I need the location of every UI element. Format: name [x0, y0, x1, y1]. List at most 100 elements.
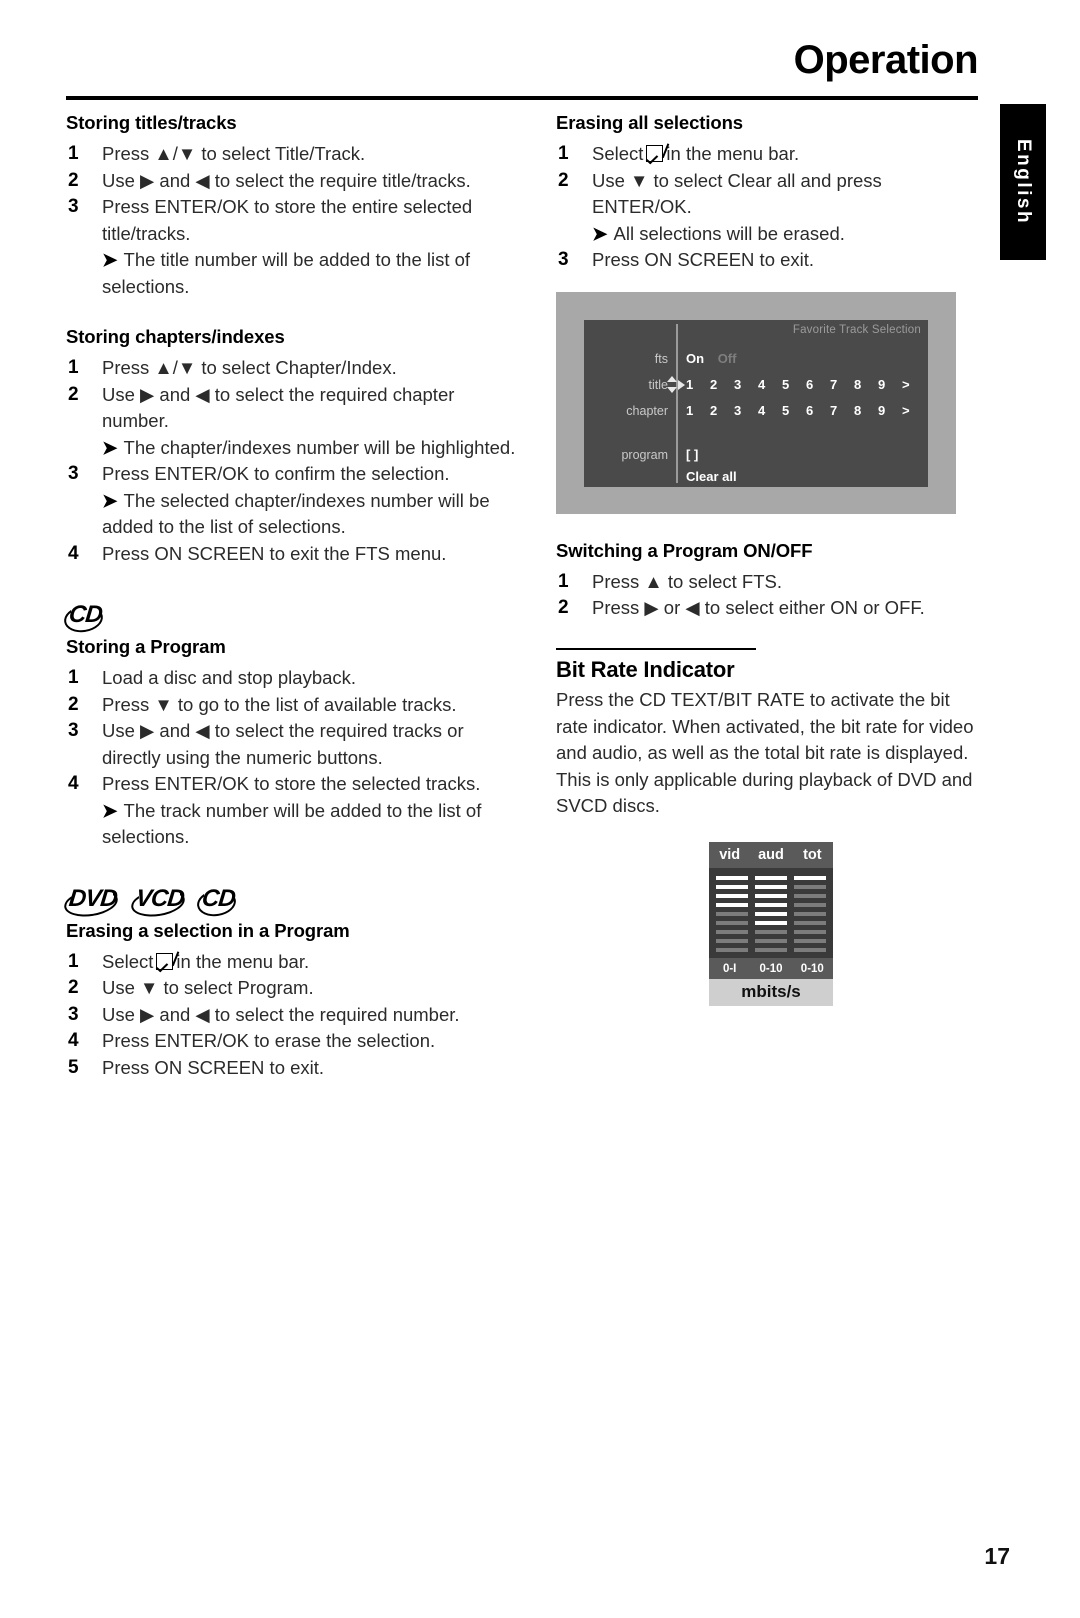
note-text: All selections will be erased. [613, 222, 845, 244]
step-number: 1 [68, 950, 79, 972]
list-item: 2 Use ▶ and ◀ to select the required chap… [66, 382, 521, 462]
osd-chapter-num[interactable]: 9 [878, 400, 902, 422]
osd-chapter-num[interactable]: 6 [806, 400, 830, 422]
step-number: 4 [68, 1030, 79, 1051]
step-text: Press ON SCREEN to exit. [592, 249, 815, 270]
step-number: 1 [68, 143, 79, 164]
step-text: Press ENTER/OK to confirm the selection. [102, 463, 450, 484]
osd-chapter-num[interactable]: 3 [734, 400, 758, 422]
osd-title-num[interactable]: 5 [782, 374, 806, 396]
step-text: Press ▼ to go to the list of available t… [102, 693, 457, 715]
bit-rate-segment [716, 884, 748, 889]
bit-rate-segment [794, 875, 826, 880]
arrow-right-icon: ➤ [102, 799, 118, 821]
osd-chapter-num[interactable]: 5 [782, 400, 806, 422]
osd-program-value[interactable]: [ ] [686, 444, 698, 466]
list-item: 1 Select in the menu bar. [66, 949, 521, 976]
osd-title: Favorite Track Selection [792, 323, 921, 336]
bit-rate-segment [755, 938, 787, 943]
bit-rate-segment [716, 920, 748, 925]
step-text-post: in the menu bar. [666, 143, 800, 164]
osd-chapter-num[interactable]: 8 [854, 400, 878, 422]
heading-switching-program-on-off: Switching a Program ON/OFF [556, 539, 813, 561]
osd-row-chapter: chapter 1 2 3 4 5 6 7 8 9 > [584, 400, 928, 422]
list-item: 1 Press ▲ to select FTS. [556, 569, 986, 596]
step-number: 2 [68, 977, 79, 998]
osd-row-title: title 1 2 3 4 5 6 7 8 9 > [584, 374, 928, 396]
bit-rate-segment [794, 938, 826, 943]
osd-row-values: 1 2 3 4 5 6 7 8 9 > [686, 400, 922, 422]
step-number: 2 [68, 169, 79, 191]
bit-rate-col-tot: tot [803, 846, 822, 863]
step-text: Press ON SCREEN to exit the FTS menu. [102, 542, 447, 564]
osd-row-program: program [ ] [584, 444, 928, 466]
cd-logo-label: CD [200, 884, 237, 912]
bit-rate-segment [755, 929, 787, 934]
step-number: 3 [68, 1003, 79, 1025]
bit-rate-segment [716, 947, 748, 952]
bit-rate-segment [755, 947, 787, 952]
bit-rate-segment [755, 911, 787, 916]
osd-screenshot: Favorite Track Selection fts On Off titl… [556, 291, 956, 514]
step-number: 2 [68, 693, 79, 715]
language-tab-label: English [1013, 138, 1034, 226]
page-title: Operation [793, 38, 979, 82]
osd-row-clear-all: Clear all [584, 466, 928, 488]
list-item: 1 Press ▲/▼ to select Chapter/Index. [66, 355, 521, 382]
step-number: 4 [68, 773, 79, 794]
osd-clear-all[interactable]: Clear all [686, 466, 737, 488]
osd-title-num[interactable]: 7 [830, 374, 854, 396]
step-number: 1 [558, 570, 569, 592]
bit-rate-segment [794, 893, 826, 898]
osd-title-num[interactable]: 4 [758, 374, 782, 396]
note-text: The title number will be added to the li… [102, 249, 471, 297]
steps-storing-a-program: 1 Load a disc and stop playback. 2 Press ▼… [66, 665, 521, 851]
osd-fts-on[interactable]: On [686, 351, 704, 366]
bit-rate-segment [755, 920, 787, 925]
arrow-right-icon: ➤ [102, 249, 118, 270]
osd-chapter-num[interactable]: 4 [758, 400, 782, 422]
osd-title-num[interactable]: 3 [734, 374, 758, 396]
steps-storing-titles-tracks: 1 Press ▲/▼ to select Title/Track. 2 Use ▶… [66, 141, 521, 300]
step-number: 2 [68, 383, 79, 405]
step-text: Press ▲/▼ to select Chapter/Index. [102, 357, 397, 378]
list-item: 1 Press ▲/▼ to select Title/Track. [66, 141, 521, 168]
list-item: 2 Use ▼ to select Program. [66, 975, 521, 1002]
bit-rate-segment [794, 929, 826, 934]
osd-title-num[interactable]: 2 [710, 374, 734, 396]
step-text: Press ENTER/OK to erase the selection. [102, 1030, 436, 1051]
dvd-logo-label: DVD [67, 884, 119, 912]
heading-erasing-all-selections: Erasing all selections [556, 112, 743, 133]
step-number: 3 [68, 196, 79, 217]
osd-chapter-num[interactable]: 2 [710, 400, 734, 422]
note-line: ➤ The chapter/indexes number will be high… [102, 435, 521, 462]
step-number: 1 [68, 357, 79, 378]
step-number: 2 [558, 169, 569, 191]
osd-title-num[interactable]: 8 [854, 374, 878, 396]
osd-chapter-num[interactable]: 1 [686, 400, 710, 422]
bit-rate-scale-aud: 0-10 [759, 962, 783, 975]
osd-chapter-num[interactable]: 7 [830, 400, 854, 422]
osd-title-next-chevron[interactable]: > [902, 374, 922, 396]
step-text: Press ▶ or ◀ to select either ON or OFF. [592, 597, 925, 618]
language-tab: English [1000, 104, 1046, 260]
disc-logos-cd: CD [62, 601, 521, 635]
osd-title-num[interactable]: 9 [878, 374, 902, 396]
right-column: Erasing all selections 1 Select in the men… [556, 112, 986, 1006]
osd-fts-off[interactable]: Off [708, 351, 737, 366]
bit-rate-segment [794, 947, 826, 952]
step-text-pre: Select [592, 143, 644, 164]
bit-rate-scale-vid: 0-I [722, 962, 737, 975]
bit-rate-bar-tot [794, 875, 826, 952]
bit-rate-scale-tot: 0-10 [800, 962, 824, 975]
bit-rate-widget-wrap: vid aud tot 0-I 0-10 0-10 mbits/s [556, 841, 986, 1006]
osd-title-num[interactable]: 1 [686, 374, 710, 396]
note-text: The track number will be added to the li… [102, 799, 482, 848]
step-number: 3 [68, 720, 79, 741]
step-number: 4 [68, 542, 79, 564]
bit-rate-bar-aud [755, 875, 787, 952]
osd-title-num[interactable]: 6 [806, 374, 830, 396]
osd-chapter-next-chevron[interactable]: > [902, 400, 922, 422]
step-text: Use ▼ to select Program. [102, 977, 314, 998]
step-number: 2 [558, 597, 569, 618]
